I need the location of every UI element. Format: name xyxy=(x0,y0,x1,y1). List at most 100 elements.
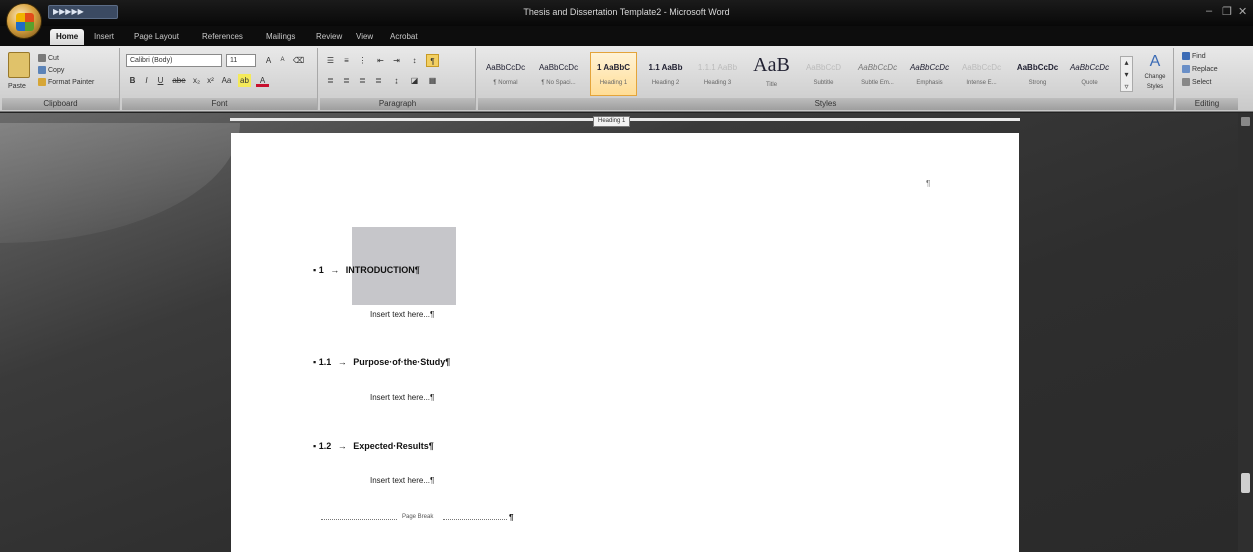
replace-icon xyxy=(1182,65,1190,74)
change-styles-icon: A xyxy=(1149,53,1161,70)
style-name: Intense E... xyxy=(966,80,997,86)
change-case-button[interactable]: Aa xyxy=(220,74,233,87)
decrease-indent-icon[interactable]: ⇤ xyxy=(374,54,387,67)
strikethrough-button[interactable]: abe xyxy=(170,74,188,87)
find-button[interactable]: Find xyxy=(1182,52,1206,62)
style-quote[interactable]: AaBbCcDc Quote xyxy=(1066,52,1113,96)
styles-group-label: Styles xyxy=(478,98,1173,110)
tab-page-layout[interactable]: Page Layout xyxy=(128,29,185,45)
paste-button[interactable]: Paste xyxy=(8,82,26,92)
tab-review[interactable]: Review xyxy=(310,29,348,45)
copy-label: Copy xyxy=(48,67,65,74)
style-normal[interactable]: AaBbCcDc ¶ Normal xyxy=(482,52,529,96)
bold-button[interactable]: B xyxy=(126,74,139,87)
tab-acrobat[interactable]: Acrobat xyxy=(384,29,424,45)
change-styles-button[interactable]: A Change Styles xyxy=(1138,52,1172,92)
styles-group: AaBbCcDc ¶ Normal AaBbCcDc ¶ No Spaci... 1… xyxy=(478,48,1174,110)
style-subtitle[interactable]: AaBbCcD Subtitle xyxy=(800,52,847,96)
style-name: Heading 1 xyxy=(599,80,628,86)
select-button[interactable]: Select xyxy=(1182,78,1211,88)
tab-insert[interactable]: Insert xyxy=(88,29,120,45)
style-preview: AaBbCcDc xyxy=(1016,63,1059,72)
document-workspace: Heading 1 ¶ ▪ 1 → INTRODUCTION¶ Insert t… xyxy=(0,113,1253,552)
align-right-icon[interactable]: ≣ xyxy=(356,74,369,87)
style-name: Quote xyxy=(1081,80,1098,86)
style-name: ¶ Normal xyxy=(493,80,518,86)
show-hide-pilcrow-icon[interactable]: ¶ xyxy=(426,54,439,67)
page-break-line xyxy=(443,519,507,520)
underline-button[interactable]: U xyxy=(154,74,167,87)
heading-1-2-row[interactable]: ▪ 1.2 → Expected·Results¶ xyxy=(313,441,434,451)
highlight-color-icon[interactable]: ab xyxy=(238,74,251,87)
align-center-icon[interactable]: ≣ xyxy=(340,74,353,87)
heading-bullet: ▪ xyxy=(313,441,317,451)
font-color-icon[interactable]: A xyxy=(256,74,269,87)
style-subtle-emphasis[interactable]: AaBbCcDc Subtle Em... xyxy=(854,52,901,96)
style-preview: AaBbCcDc xyxy=(1069,63,1110,72)
style-intense-emphasis[interactable]: AaBbCcDc Intense E... xyxy=(958,52,1005,96)
style-emphasis[interactable]: AaBbCcDc Emphasis xyxy=(906,52,953,96)
numbering-icon[interactable]: ≡ xyxy=(340,54,353,67)
format-painter-label: Format Painter xyxy=(48,79,95,86)
shrink-font-button[interactable]: A xyxy=(276,54,289,67)
bullets-icon[interactable]: ☰ xyxy=(324,54,337,67)
font-name-select[interactable]: Calibri (Body) xyxy=(126,54,222,67)
restore-button[interactable]: ❐ xyxy=(1222,5,1232,18)
minimize-button[interactable]: – xyxy=(1206,5,1212,17)
find-label: Find xyxy=(1192,53,1206,60)
heading-number: 1.2 xyxy=(318,441,332,451)
replace-button[interactable]: Replace xyxy=(1182,65,1218,75)
shading-icon[interactable]: ◪ xyxy=(408,74,421,87)
close-button[interactable]: ✕ xyxy=(1238,5,1247,18)
style-heading-1[interactable]: 1 AaBbC Heading 1 xyxy=(590,52,637,96)
paste-icon[interactable] xyxy=(8,52,30,78)
copy-button[interactable]: Copy xyxy=(38,66,64,76)
heading-1-row[interactable]: ▪ 1 → INTRODUCTION¶ xyxy=(313,265,420,275)
ruler-tooltip: Heading 1 xyxy=(593,116,631,127)
clear-format-icon[interactable]: ⌫ xyxy=(292,54,305,67)
office-button[interactable] xyxy=(6,3,42,39)
document-page[interactable]: ¶ ▪ 1 → INTRODUCTION¶ Insert text here..… xyxy=(231,133,1019,552)
heading-bullet: ▪ xyxy=(313,357,317,367)
italic-button[interactable]: I xyxy=(140,74,153,87)
pilcrow-mark: ¶ xyxy=(509,513,514,522)
style-heading-3[interactable]: 1.1.1 AaBb Heading 3 xyxy=(694,52,741,96)
increase-indent-icon[interactable]: ⇥ xyxy=(390,54,403,67)
clipboard-group: Paste Cut Copy Format Painter Clipboard xyxy=(2,48,120,110)
superscript-button[interactable]: x² xyxy=(204,74,217,87)
style-heading-2[interactable]: 1.1 AaBb Heading 2 xyxy=(642,52,689,96)
tab-home[interactable]: Home xyxy=(50,29,85,45)
heading-title: Purpose·of·the·Study¶ xyxy=(353,357,451,367)
line-spacing-icon[interactable]: ↨ xyxy=(390,74,403,87)
tab-view[interactable]: View xyxy=(350,29,379,45)
body-paragraph[interactable]: Insert text here...¶ xyxy=(370,310,434,319)
style-no-spacing[interactable]: AaBbCcDc ¶ No Spaci... xyxy=(535,52,582,96)
sort-icon[interactable]: ↕ xyxy=(408,54,421,67)
multilevel-list-icon[interactable]: ⋮ xyxy=(356,54,369,67)
grow-font-button[interactable]: A xyxy=(262,54,275,67)
tab-references[interactable]: References xyxy=(196,29,249,45)
style-strong[interactable]: AaBbCcDc Strong xyxy=(1014,52,1061,96)
body-paragraph[interactable]: Insert text here...¶ xyxy=(370,476,434,485)
vertical-scrollbar[interactable] xyxy=(1238,113,1253,552)
style-preview: AaB xyxy=(753,54,790,76)
subscript-button[interactable]: x₂ xyxy=(190,74,203,87)
font-size-select[interactable]: 11 xyxy=(226,54,256,67)
justify-icon[interactable]: ≣ xyxy=(372,74,385,87)
scroll-thumb[interactable] xyxy=(1241,473,1250,493)
window-title: Thesis and Dissertation Template2 - Micr… xyxy=(523,7,730,17)
borders-icon[interactable]: ▦ xyxy=(426,74,439,87)
page-break-line xyxy=(321,519,397,520)
heading-1-1-row[interactable]: ▪ 1.1 → Purpose·of·the·Study¶ xyxy=(313,357,450,367)
tab-mailings[interactable]: Mailings xyxy=(260,29,301,45)
align-left-icon[interactable]: ≣ xyxy=(324,74,337,87)
brush-icon xyxy=(38,78,46,87)
style-title[interactable]: AaB Title xyxy=(748,52,795,96)
cut-button[interactable]: Cut xyxy=(38,54,59,64)
scroll-up-icon[interactable] xyxy=(1241,117,1250,126)
page-break-marker: Page Break ¶ xyxy=(321,513,516,524)
styles-scroll-icon[interactable]: ▴ ▾ ▿ xyxy=(1120,56,1133,92)
format-painter-button[interactable]: Format Painter xyxy=(38,78,94,88)
body-paragraph[interactable]: Insert text here...¶ xyxy=(370,393,434,402)
heading-number: 1 xyxy=(318,265,324,275)
